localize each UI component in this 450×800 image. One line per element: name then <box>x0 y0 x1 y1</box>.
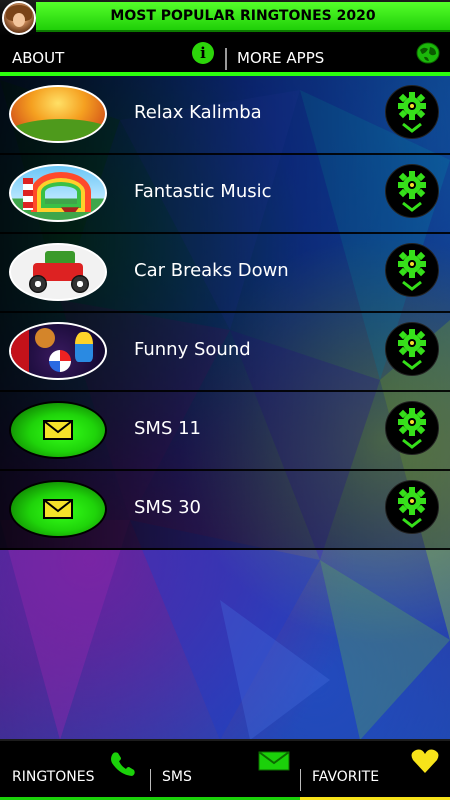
gear-download-icon[interactable] <box>385 322 439 376</box>
gear-download-icon[interactable] <box>385 480 439 534</box>
gear-download-icon[interactable] <box>385 243 439 297</box>
lighthouse-rainbow-thumbnail <box>9 164 107 222</box>
circus-clown-thumbnail <box>9 322 107 380</box>
ringtone-list: Relax Kalimba Fantastic Music Car Breaks… <box>0 76 450 550</box>
tab-favorite[interactable]: FAVORITE <box>300 741 450 800</box>
list-item[interactable]: SMS 11 <box>0 392 450 471</box>
bottom-nav: RINGTONES SMS FAVORITE <box>0 739 450 800</box>
menu-bar: ABOUT i MORE APPS <box>0 36 450 76</box>
sunset-landscape-thumbnail <box>9 85 107 143</box>
avatar-photo-icon[interactable] <box>2 1 36 35</box>
list-item[interactable]: Relax Kalimba <box>0 76 450 155</box>
gear-download-icon[interactable] <box>385 401 439 455</box>
ringtone-name: SMS 30 <box>134 497 202 518</box>
envelope-thumbnail <box>9 401 107 459</box>
info-icon[interactable]: i <box>192 42 214 64</box>
list-item[interactable]: SMS 30 <box>0 471 450 550</box>
list-item[interactable]: Fantastic Music <box>0 155 450 234</box>
list-item[interactable]: Funny Sound <box>0 313 450 392</box>
app-title: MOST POPULAR RINGTONES 2020 <box>36 2 450 32</box>
phone-icon <box>111 752 135 776</box>
vintage-car-thumbnail <box>9 243 107 301</box>
tab-sms[interactable]: SMS <box>150 741 300 800</box>
about-button[interactable]: ABOUT <box>12 49 64 67</box>
ringtone-name: Relax Kalimba <box>134 102 262 123</box>
tab-ringtones[interactable]: RINGTONES <box>0 741 150 800</box>
globe-icon[interactable] <box>416 42 440 64</box>
more-apps-button[interactable]: MORE APPS <box>237 49 324 67</box>
envelope-icon <box>43 420 73 440</box>
ringtone-name: Fantastic Music <box>134 181 272 202</box>
list-item[interactable]: Car Breaks Down <box>0 234 450 313</box>
tab-ringtones-label: RINGTONES <box>12 769 95 785</box>
tab-sms-label: SMS <box>162 769 192 785</box>
envelope-icon <box>258 751 290 771</box>
envelope-thumbnail <box>9 480 107 538</box>
ringtone-name: SMS 11 <box>134 418 202 439</box>
heart-icon <box>411 749 439 773</box>
ringtone-name: Car Breaks Down <box>134 260 289 281</box>
menu-divider <box>225 48 227 70</box>
tab-divider <box>150 769 151 791</box>
gear-download-icon[interactable] <box>385 85 439 139</box>
tab-favorite-label: FAVORITE <box>312 769 380 785</box>
tab-divider <box>300 769 301 791</box>
title-bar: MOST POPULAR RINGTONES 2020 <box>0 0 450 36</box>
envelope-icon <box>43 499 73 519</box>
ringtone-name: Funny Sound <box>134 339 251 360</box>
gear-download-icon[interactable] <box>385 164 439 218</box>
